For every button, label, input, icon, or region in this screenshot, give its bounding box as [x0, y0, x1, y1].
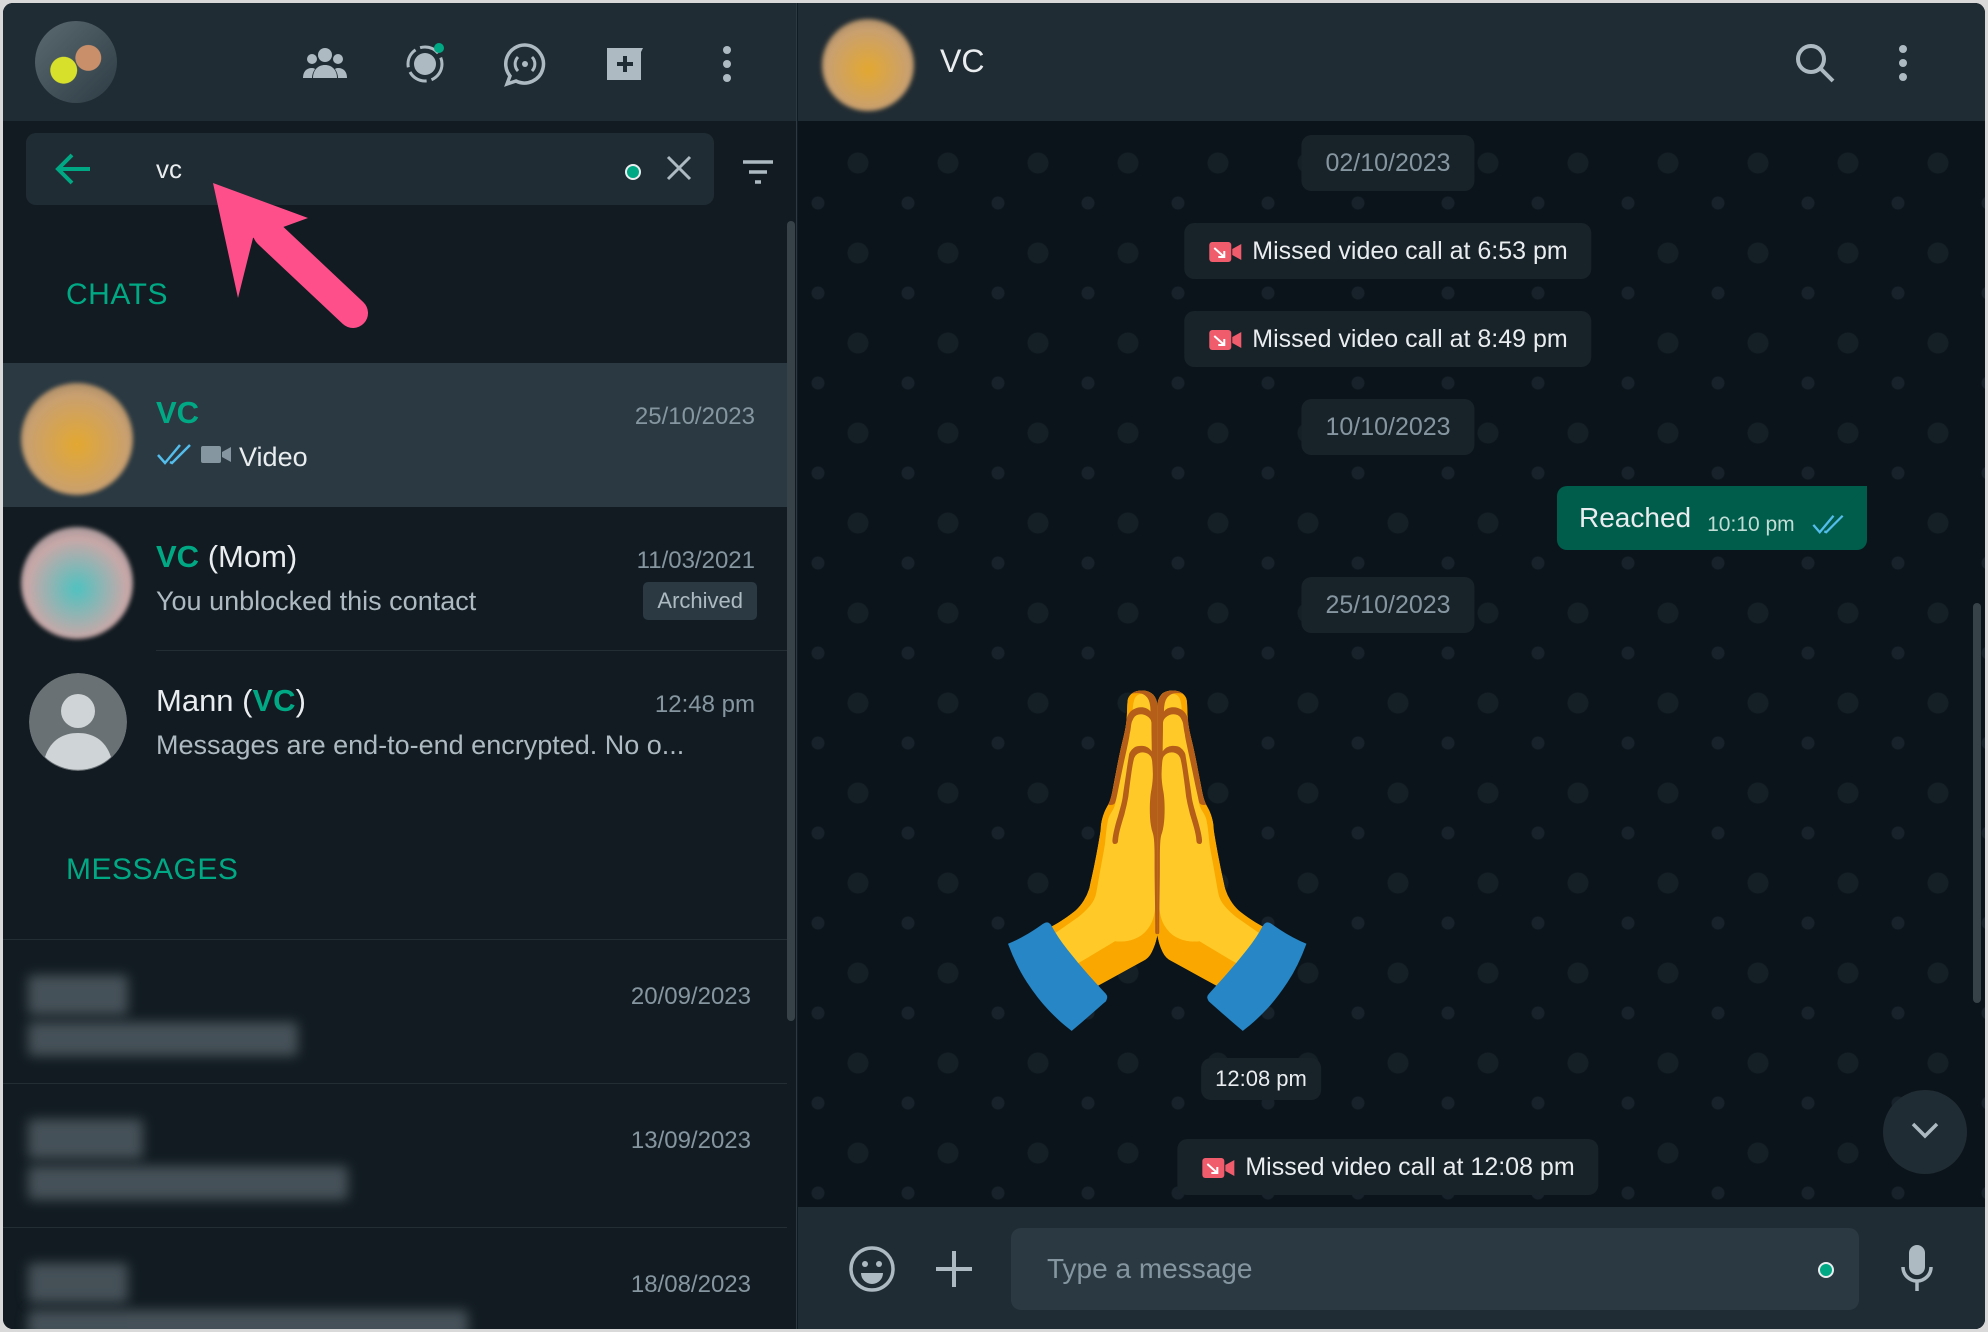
- chat-name: Mann (: [156, 683, 253, 718]
- profile-avatar[interactable]: [35, 21, 117, 103]
- chat-preview: You unblocked this contact: [156, 586, 477, 616]
- sidebar: CHATS VC 25/10/2023 Video VC (Mom) 11/03…: [3, 3, 797, 1329]
- chat-preview: Video: [239, 442, 308, 472]
- chat-name-end: ): [295, 683, 306, 718]
- communities-icon[interactable]: [301, 40, 349, 88]
- missed-call-text: Missed video call at 8:49 pm: [1252, 325, 1568, 353]
- attach-plus-icon[interactable]: [934, 1249, 974, 1289]
- search-icon[interactable]: [1793, 41, 1837, 85]
- outgoing-message[interactable]: Reached 10:10 pm: [1557, 486, 1867, 550]
- status-icon[interactable]: [401, 40, 449, 88]
- missed-call-notice: Missed video call at 6:53 pm: [1184, 223, 1592, 279]
- chat-date: 11/03/2021: [636, 547, 755, 574]
- date-chip: 10/10/2023: [1301, 399, 1475, 455]
- archived-badge: Archived: [643, 582, 757, 620]
- blurred-name: [28, 1119, 143, 1159]
- contact-avatar[interactable]: [822, 19, 914, 111]
- sticker-time: 12:08 pm: [1201, 1058, 1321, 1100]
- menu-icon[interactable]: [703, 40, 751, 88]
- message-date: 13/09/2023: [630, 1127, 751, 1154]
- missed-video-call-icon: [1209, 242, 1242, 263]
- chat-header: VC: [798, 3, 1985, 121]
- search-bar: [26, 133, 714, 205]
- missed-call-notice: Missed video call at 12:08 pm: [1177, 1139, 1599, 1195]
- missed-call-text: Missed video call at 12:08 pm: [1245, 1153, 1575, 1181]
- blurred-name: [28, 975, 128, 1015]
- sidebar-header: [3, 3, 796, 121]
- chat-name-highlight: VC: [156, 539, 200, 574]
- channels-icon[interactable]: [501, 40, 549, 88]
- cursor-dot-icon: [625, 164, 641, 180]
- chat-name-highlight: VC: [252, 683, 296, 718]
- emoji-icon[interactable]: [848, 1245, 896, 1293]
- blurred-preview: [28, 1022, 298, 1056]
- chat-preview: Messages are end-to-end encrypted. No o.…: [156, 730, 685, 760]
- chat-row-vc[interactable]: VC 25/10/2023 Video: [3, 363, 787, 507]
- composer: [798, 1207, 1985, 1329]
- message-result-row[interactable]: 18/08/2023: [3, 1228, 787, 1329]
- chat-title[interactable]: VC: [940, 43, 984, 80]
- sidebar-scrollbar[interactable]: [787, 221, 795, 1021]
- chat-menu-icon[interactable]: [1888, 41, 1918, 85]
- message-text: Reached: [1579, 502, 1692, 533]
- new-chat-icon[interactable]: [601, 40, 649, 88]
- contact-avatar: [21, 527, 133, 639]
- date-chip: 25/10/2023: [1301, 577, 1475, 633]
- date-chip: 02/10/2023: [1301, 135, 1475, 191]
- chat-date: 25/10/2023: [634, 403, 755, 430]
- chats-section-label: CHATS: [66, 278, 168, 311]
- message-result-row[interactable]: 13/09/2023: [3, 1084, 787, 1228]
- filter-icon[interactable]: [741, 158, 775, 188]
- blurred-preview: [28, 1310, 468, 1329]
- contact-avatar: [21, 383, 133, 495]
- scroll-to-bottom-button[interactable]: [1883, 1090, 1967, 1174]
- chat-panel: VC 02/10/2023 Missed video call at 6:53 …: [798, 3, 1985, 1329]
- missed-call-text: Missed video call at 6:53 pm: [1252, 237, 1568, 265]
- praying-hands-sticker[interactable]: 🙏: [958, 653, 1356, 1053]
- double-check-read-icon: [157, 444, 191, 465]
- missed-video-call-icon: [1209, 330, 1242, 351]
- microphone-icon[interactable]: [1899, 1243, 1935, 1295]
- default-avatar-icon: [29, 673, 127, 771]
- chat-date: 12:48 pm: [654, 691, 755, 718]
- back-arrow-icon[interactable]: [54, 151, 94, 187]
- message-input[interactable]: [1047, 1248, 1747, 1290]
- clear-search-icon[interactable]: [664, 153, 694, 183]
- message-date: 18/08/2023: [630, 1271, 751, 1298]
- missed-call-notice: Missed video call at 8:49 pm: [1184, 311, 1592, 367]
- chat-name: (Mom): [199, 539, 298, 574]
- chat-row-mann[interactable]: Mann (VC) 12:48 pm Messages are end-to-e…: [3, 651, 787, 795]
- chevron-down-icon: [1911, 1122, 1939, 1139]
- message-input-box[interactable]: [1011, 1228, 1859, 1310]
- chat-scrollbar[interactable]: [1973, 603, 1981, 1003]
- blurred-name: [28, 1263, 128, 1303]
- missed-video-call-icon: [1202, 1158, 1235, 1179]
- annotation-arrow-icon: [213, 183, 368, 328]
- video-icon: [200, 446, 231, 463]
- message-time: 10:10 pm: [1707, 513, 1795, 536]
- double-check-read-icon: [1812, 514, 1844, 535]
- cursor-dot-icon: [1818, 1262, 1834, 1278]
- blurred-preview: [28, 1166, 348, 1200]
- chat-name: VC: [156, 395, 200, 430]
- chat-row-vc-mom[interactable]: VC (Mom) 11/03/2021 You unblocked this c…: [3, 507, 787, 651]
- whatsapp-window: CHATS VC 25/10/2023 Video VC (Mom) 11/03…: [3, 3, 1985, 1329]
- bubble-tail: [1852, 486, 1866, 500]
- message-result-row[interactable]: 20/09/2023: [3, 940, 787, 1084]
- messages-section-label: MESSAGES: [66, 853, 239, 886]
- message-date: 20/09/2023: [630, 983, 751, 1010]
